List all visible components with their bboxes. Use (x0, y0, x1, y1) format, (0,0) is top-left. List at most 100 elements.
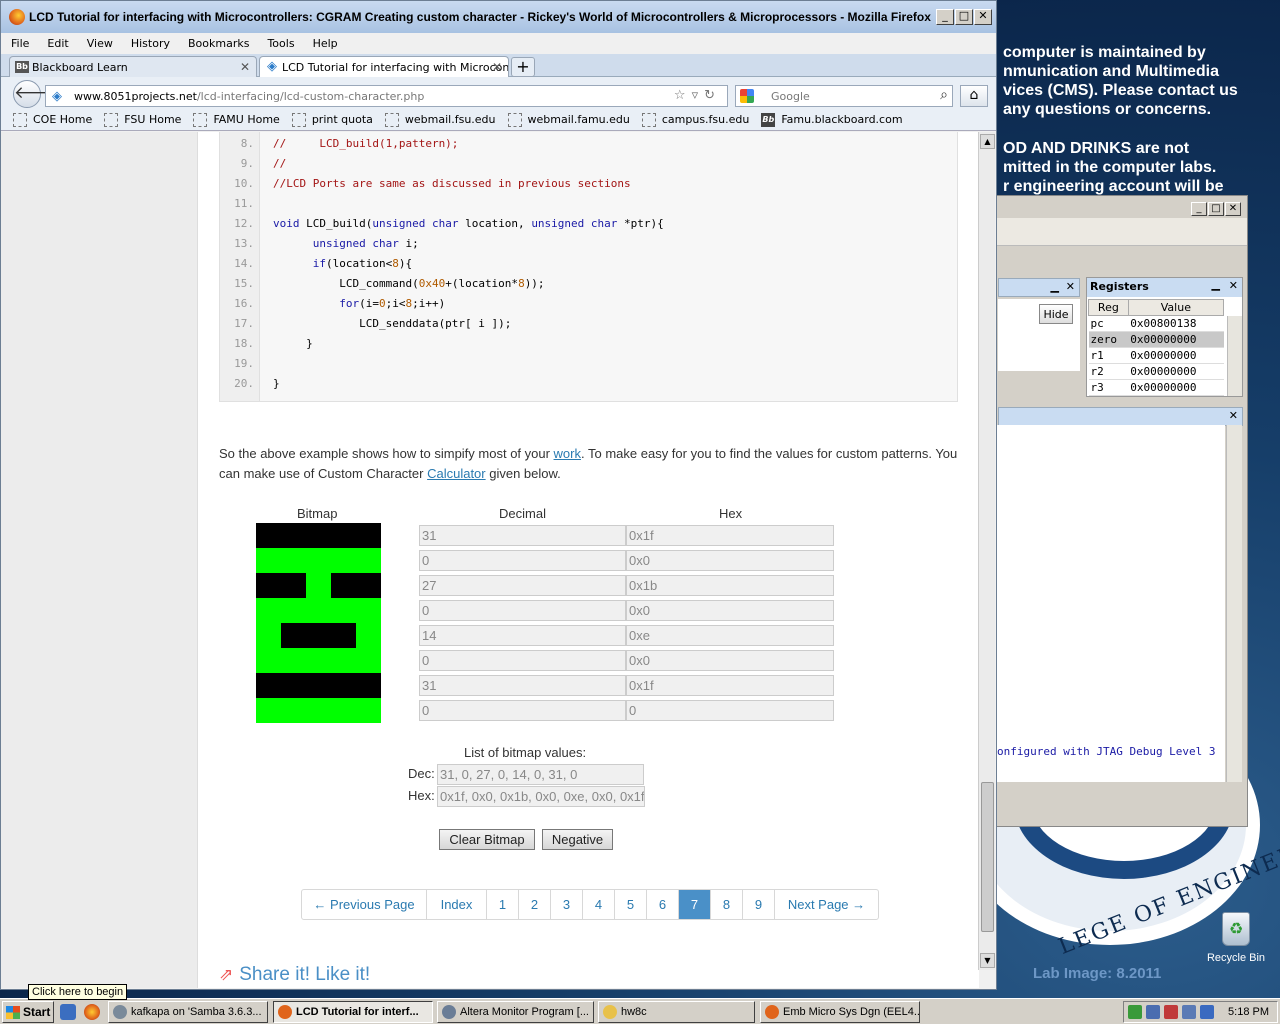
negative-button[interactable]: Negative (542, 829, 613, 850)
share-heading[interactable]: ⇗ Share it! Like it! (219, 964, 370, 986)
page-link[interactable]: 2 (519, 890, 551, 919)
col-reg[interactable]: Reg (1088, 299, 1129, 316)
bitmap-cell[interactable] (256, 698, 281, 723)
page-content[interactable]: 8. // LCD_build(1,pattern); 9. // 10. //LCD P… (1, 132, 979, 988)
bitmap-cell[interactable] (256, 548, 281, 573)
bitmap-cell[interactable] (356, 548, 381, 573)
page-link[interactable]: Index (427, 890, 487, 919)
bitmap-cell[interactable] (356, 623, 381, 648)
taskbar-item[interactable]: kafkapa on 'Samba 3.6.3... (108, 1001, 268, 1023)
minimize-button[interactable]: _ (1191, 202, 1207, 216)
bookmark-famu-blackboard[interactable]: Bb Famu.blackboard.com (761, 112, 903, 127)
reload-icon[interactable]: ↻ (704, 88, 721, 103)
bitmap-cell[interactable] (256, 623, 281, 648)
maximize-button[interactable]: □ (1208, 202, 1224, 216)
bitmap-cell[interactable] (331, 598, 356, 623)
bitmap-cell[interactable] (331, 573, 356, 598)
scroll-thumb[interactable] (981, 782, 994, 932)
decimal-field[interactable]: 0 (419, 550, 626, 571)
minimize-icon[interactable]: ▁ (1051, 280, 1059, 293)
menu-tools[interactable]: Tools (267, 37, 294, 50)
col-value[interactable]: Value (1127, 299, 1225, 316)
bitmap-cell[interactable] (331, 548, 356, 573)
menu-bookmarks[interactable]: Bookmarks (188, 37, 249, 50)
taskbar-item[interactable]: LCD Tutorial for interf... (273, 1001, 433, 1023)
bitmap-cell[interactable] (281, 523, 306, 548)
start-button[interactable]: Start (2, 1001, 54, 1023)
hex-field[interactable]: 0x1f (626, 525, 834, 546)
scroll-up-icon[interactable]: ▲ (980, 134, 995, 149)
page-link[interactable]: 6 (647, 890, 679, 919)
tab-lcd-tutorial[interactable]: ◈ LCD Tutorial for interfacing with Micr… (259, 56, 509, 77)
bitmap-cell[interactable] (306, 648, 331, 673)
hide-button[interactable]: Hide (1039, 304, 1073, 324)
minimize-button[interactable]: _ (936, 9, 954, 25)
table-row[interactable]: r2 0x00000000 (1088, 363, 1224, 380)
console-output[interactable]: onfigured with JTAG Debug Level 3 (997, 425, 1225, 782)
page-link[interactable]: 3 (551, 890, 583, 919)
taskbar-item[interactable]: Altera Monitor Program [... (437, 1001, 594, 1023)
bitmap-cell[interactable] (356, 698, 381, 723)
maximize-button[interactable]: □ (955, 9, 973, 25)
bookmark-fsu-home[interactable]: FSU Home (104, 112, 181, 127)
clear-bitmap-button[interactable]: Clear Bitmap (439, 829, 535, 850)
security-icon[interactable] (1164, 1005, 1178, 1019)
tray-app-icon[interactable] (1182, 1005, 1196, 1019)
recycle-bin-icon[interactable]: Recycle Bin (1206, 912, 1266, 964)
hex-field[interactable]: 0 (626, 700, 834, 721)
bitmap-cell[interactable] (306, 623, 331, 648)
bitmap-cell[interactable] (356, 598, 381, 623)
menu-edit[interactable]: Edit (47, 37, 68, 50)
decimal-field[interactable]: 0 (419, 650, 626, 671)
bitmap-cell[interactable] (331, 648, 356, 673)
bitmap-cell[interactable] (356, 648, 381, 673)
bitmap-cell[interactable] (306, 573, 331, 598)
bitmap-cell[interactable] (281, 573, 306, 598)
taskbar-item[interactable]: hw8c (598, 1001, 755, 1023)
bookmark-print-quota[interactable]: print quota (291, 112, 373, 127)
close-icon[interactable]: ✕ (1229, 409, 1238, 422)
bitmap-cell[interactable] (331, 523, 356, 548)
page-link[interactable]: 9 (743, 890, 775, 919)
clock[interactable]: 5:18 PM (1228, 1006, 1269, 1018)
close-tab-icon[interactable]: ✕ (240, 60, 250, 74)
bitmap-cell[interactable] (281, 623, 306, 648)
bookmark-webmail-famu[interactable]: webmail.famu.edu (507, 112, 630, 127)
bitmap-cell[interactable] (281, 698, 306, 723)
bitmap-cell[interactable] (306, 598, 331, 623)
menu-view[interactable]: View (87, 37, 113, 50)
decimal-field[interactable]: 0 (419, 700, 626, 721)
site-identity-icon[interactable]: ◈ (52, 89, 62, 104)
bitmap-cell[interactable] (256, 648, 281, 673)
table-row[interactable]: r3 0x00000000 (1088, 379, 1224, 396)
decimal-field[interactable]: 31 (419, 525, 626, 546)
table-row[interactable]: zero 0x00000000 (1088, 331, 1224, 348)
network-icon[interactable] (1128, 1005, 1142, 1019)
hex-field[interactable]: 0x1f (626, 675, 834, 696)
bitmap-cell[interactable] (306, 548, 331, 573)
page-scrollbar[interactable]: ▲ ▼ (978, 132, 995, 970)
bookmark-webmail-fsu[interactable]: webmail.fsu.edu (384, 112, 496, 127)
page-link[interactable]: 4 (583, 890, 615, 919)
bitmap-cell[interactable] (256, 598, 281, 623)
bitmap-cell[interactable] (331, 698, 356, 723)
page-link[interactable]: 8 (711, 890, 743, 919)
bookmark-star-icon[interactable]: ☆ (674, 88, 692, 103)
volume-icon[interactable] (1200, 1005, 1214, 1019)
decimal-field[interactable]: 31 (419, 675, 626, 696)
bitmap-cell[interactable] (281, 648, 306, 673)
hex-field[interactable]: 0x1b (626, 575, 834, 596)
registers-scrollbar[interactable] (1227, 316, 1242, 396)
bitmap-cell[interactable] (281, 598, 306, 623)
hex-list-field[interactable]: 0x1f, 0x0, 0x1b, 0x0, 0xe, 0x0, 0x1f, 0x… (437, 786, 645, 807)
bitmap-cell[interactable] (281, 673, 306, 698)
close-tab-icon[interactable]: ✕ (492, 60, 502, 74)
search-icon[interactable]: ⌕ (940, 87, 948, 103)
search-input[interactable]: Google ⌕ (735, 85, 953, 107)
table-row[interactable]: r1 0x00000000 (1088, 347, 1224, 364)
close-button[interactable]: ✕ (1225, 202, 1241, 216)
scroll-down-icon[interactable]: ▼ (980, 953, 995, 968)
title-bar[interactable]: LCD Tutorial for interfacing with Microc… (1, 1, 996, 33)
bitmap-cell[interactable] (356, 673, 381, 698)
next-page-link[interactable]: Next Page → (775, 890, 878, 919)
